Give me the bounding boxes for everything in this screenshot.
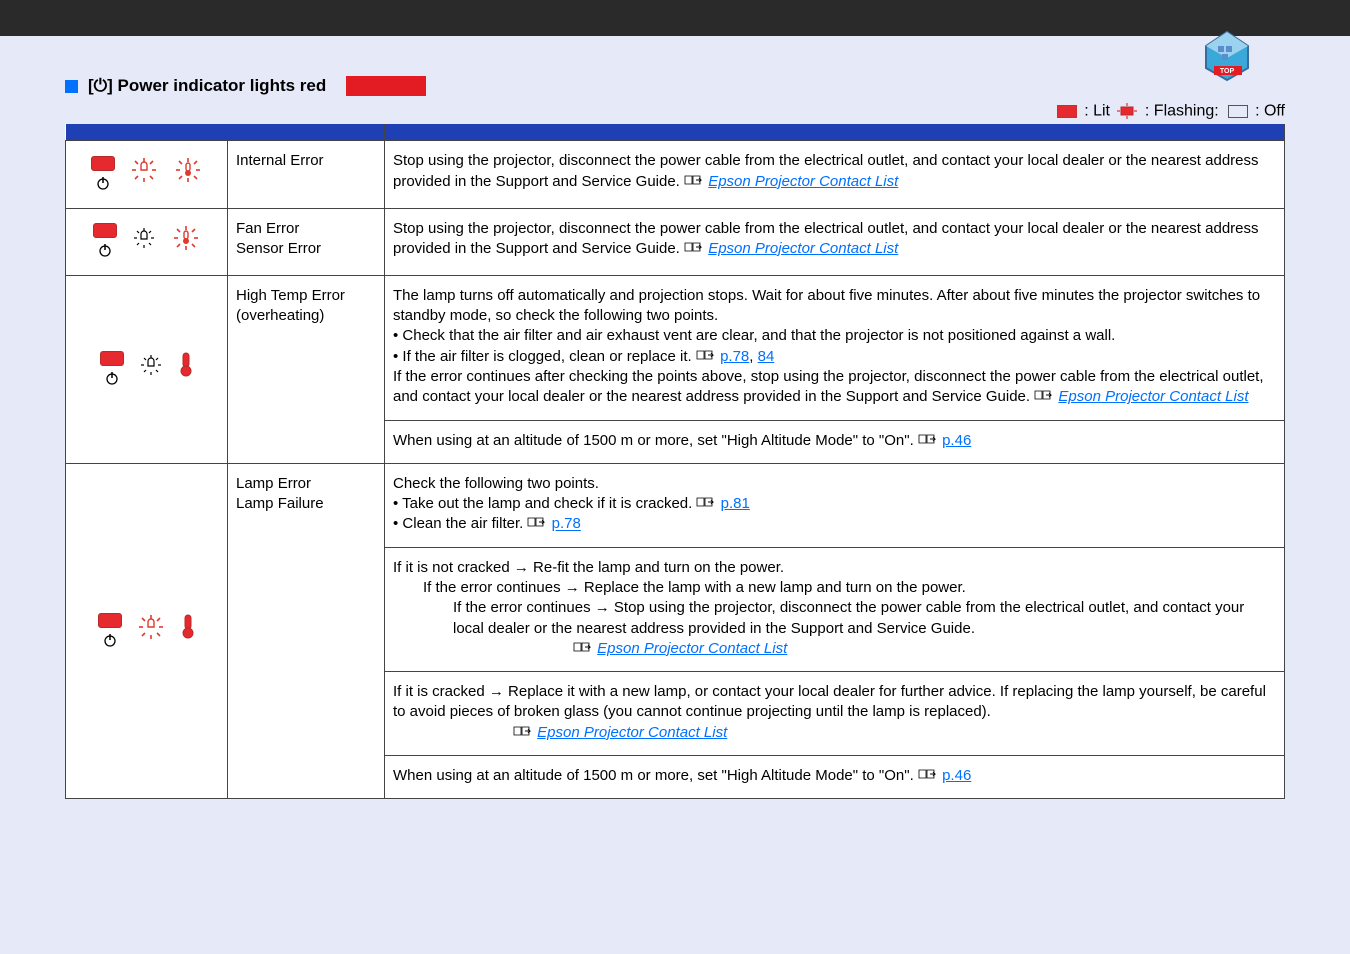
top-logo-icon[interactable]: TOP [1202, 28, 1252, 83]
remedy-cell: Stop using the projector, disconnect the… [385, 208, 1285, 275]
status-cell-fan-sensor [66, 208, 228, 275]
square-bullet-icon [65, 80, 78, 93]
legend: : Lit : Flashing: : Off [65, 102, 1285, 120]
cause-cell: Internal Error [228, 141, 385, 208]
power-light-red-icon [91, 156, 115, 171]
page-link-46[interactable]: p.46 [942, 432, 971, 449]
book-hand-icon [696, 494, 714, 514]
remedy-altitude-cell-2: When using at an altitude of 1500 m or m… [385, 756, 1285, 799]
check-heading: Check the following two points. [393, 474, 1276, 494]
power-icon [102, 632, 118, 648]
cause-cell: High Temp Error (overheating) [228, 275, 385, 463]
page-link-78[interactable]: p.78 [720, 348, 749, 365]
cause-text: Fan Error Sensor Error [236, 220, 321, 257]
book-hand-icon [1034, 387, 1052, 407]
remedy-cell-not-cracked: If it is not cracked → Re-fit the lamp a… [385, 547, 1285, 671]
power-icon [95, 175, 111, 191]
temp-lit-red-icon [180, 613, 196, 647]
cause-text: Lamp Error Lamp Failure [236, 475, 324, 512]
status-cell-high-temp [66, 275, 228, 463]
page-link-81[interactable]: p.81 [721, 495, 750, 512]
book-hand-icon [527, 514, 545, 534]
epson-contact-link[interactable]: Epson Projector Contact List [537, 724, 727, 741]
epson-contact-link[interactable]: Epson Projector Contact List [708, 173, 898, 190]
error-table: Internal Error Stop using the projector,… [65, 124, 1285, 799]
epson-contact-link[interactable]: Epson Projector Contact List [708, 240, 898, 257]
temp-flashing-red-icon [171, 223, 201, 259]
bullet-2b: • Clean the air filter. [393, 516, 523, 533]
book-hand-icon [573, 639, 591, 659]
cause-text: Internal Error [236, 152, 324, 169]
book-hand-icon [696, 347, 714, 367]
remedy-cell-check: Check the following two points. • Take o… [385, 463, 1285, 547]
lamp-flashing-red-icon [129, 155, 159, 191]
heading-red-tag [346, 76, 426, 96]
cracked-text: If it is cracked → Replace it with a new… [393, 683, 1266, 720]
status-cell-lamp-error [66, 463, 228, 798]
remedy-altitude-cell: When using at an altitude of 1500 m or m… [385, 420, 1285, 463]
heading-text: [⏻] Power indicator lights red [88, 76, 326, 96]
book-hand-icon [513, 723, 531, 743]
remedy-cell: Stop using the projector, disconnect the… [385, 141, 1285, 208]
book-hand-icon [684, 172, 702, 192]
book-hand-icon [918, 766, 936, 786]
cause-cell: Fan Error Sensor Error [228, 208, 385, 275]
page-link-78[interactable]: p.78 [552, 516, 581, 533]
legend-flashing-label: : Flashing: [1145, 102, 1219, 119]
remedy-cell-cracked: If it is cracked → Replace it with a new… [385, 672, 1285, 756]
flashing-indicator-icon [1114, 102, 1140, 120]
remedy-intro: The lamp turns off automatically and pro… [393, 286, 1276, 327]
header-bar [0, 0, 1350, 36]
page-link-84[interactable]: 84 [758, 348, 775, 365]
off-indicator-icon [1228, 105, 1248, 118]
lamp-off-icon [131, 225, 157, 257]
page-link-46[interactable]: p.46 [942, 767, 971, 784]
lamp-flashing-red-icon [136, 612, 166, 648]
status-cell-internal-error [66, 141, 228, 208]
legend-lit-label: : Lit [1084, 102, 1110, 119]
not-cracked-l2: If the error continues → Replace the lam… [393, 578, 1276, 598]
altitude-text: When using at an altitude of 1500 m or m… [393, 767, 914, 784]
bullet-2a: • Take out the lamp and check if it is c… [393, 495, 692, 512]
book-hand-icon [684, 239, 702, 259]
lit-indicator-icon [1057, 105, 1077, 118]
not-cracked-l1: If it is not cracked → Re-fit the lamp a… [393, 558, 1276, 578]
legend-off-label: : Off [1255, 102, 1285, 119]
power-icon [104, 370, 120, 386]
temp-lit-red-icon [178, 351, 194, 385]
epson-contact-link[interactable]: Epson Projector Contact List [597, 640, 787, 657]
cause-cell: Lamp Error Lamp Failure [228, 463, 385, 798]
not-cracked-l3: If the error continues → Stop using the … [453, 599, 1244, 636]
book-hand-icon [918, 431, 936, 451]
power-icon [97, 242, 113, 258]
epson-contact-link[interactable]: Epson Projector Contact List [1058, 388, 1248, 405]
lamp-off-icon [138, 352, 164, 384]
section-heading: [⏻] Power indicator lights red [65, 76, 1285, 96]
cause-text: High Temp Error (overheating) [236, 287, 345, 324]
temp-flashing-red-icon [173, 155, 203, 191]
power-light-red-icon [98, 613, 122, 628]
remedy-cell: The lamp turns off automatically and pro… [385, 275, 1285, 420]
altitude-text: When using at an altitude of 1500 m or m… [393, 432, 914, 449]
svg-text:TOP: TOP [1220, 68, 1235, 75]
remedy-bullet-1a: • Check that the air filter and air exha… [393, 326, 1276, 346]
power-light-red-icon [93, 223, 117, 238]
power-light-red-icon [100, 351, 124, 366]
remedy-bullet-1b: • If the air filter is clogged, clean or… [393, 348, 692, 365]
